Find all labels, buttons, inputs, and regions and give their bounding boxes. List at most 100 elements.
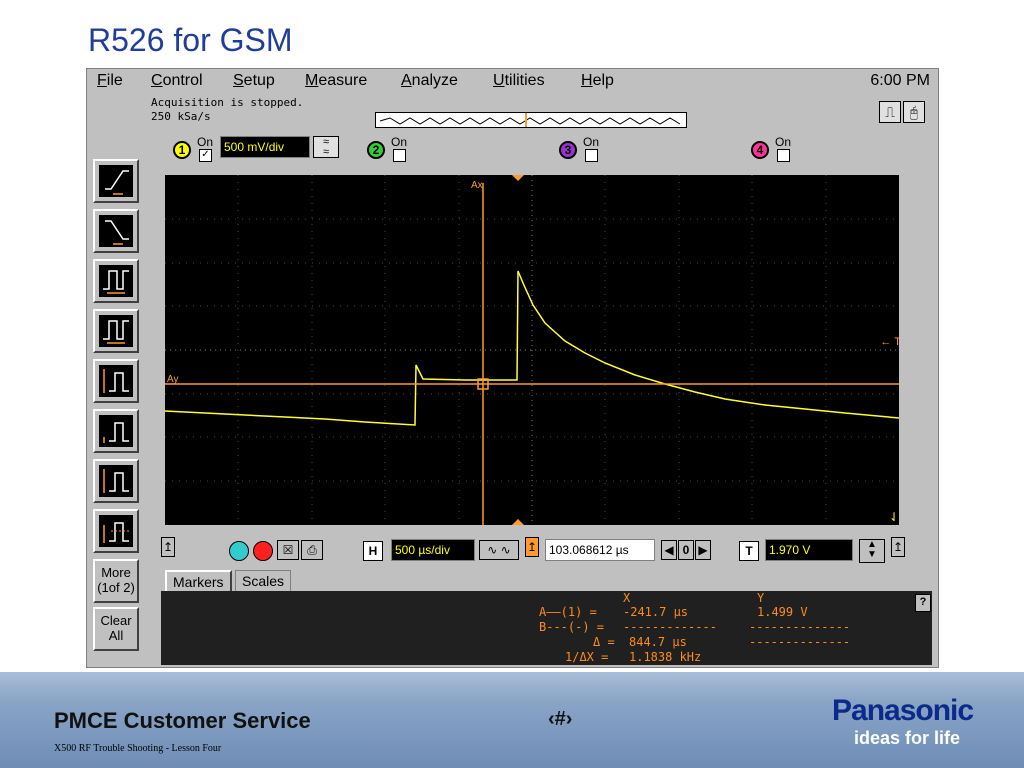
marker-b-y: -------------- [749, 620, 851, 634]
tab-scales[interactable]: Scales [235, 570, 292, 591]
marker-ax-label: Ax [471, 180, 483, 191]
slide-footer: PMCE Customer Service X500 RF Trouble Sh… [0, 672, 1024, 768]
run-button[interactable] [229, 541, 249, 561]
timebase-adjust-icon[interactable]: ∿ ∿ [479, 540, 519, 560]
pulse-base-button[interactable] [93, 459, 139, 503]
channel-3-badge[interactable]: 3 [559, 141, 577, 159]
pulse-amplitude-button[interactable] [93, 359, 139, 403]
pulse-top-icon [103, 422, 129, 443]
help-question-icon[interactable]: ? [915, 594, 931, 612]
timebase-scale-field[interactable]: 500 µs/div [391, 539, 475, 561]
mouse-icon[interactable]: 🖰 [903, 101, 925, 123]
markers-pane: X Y A——(1) = -241.7 µs 1.499 V B---(-) =… [161, 591, 932, 665]
stop-button[interactable] [253, 541, 273, 561]
menu-help[interactable]: Help [581, 72, 614, 90]
horizontal-button[interactable]: H [363, 541, 383, 561]
pulse-top-button[interactable] [93, 409, 139, 453]
more-button[interactable]: More (1of 2) [93, 559, 139, 603]
marker-delta-y: -------------- [749, 635, 851, 649]
marker-inv-delta-label: 1/ΔX = [565, 650, 609, 664]
pulse-width-button[interactable] [93, 509, 139, 553]
trigger-level-field[interactable]: 1.970 V [765, 539, 853, 561]
menu-file[interactable]: File [97, 72, 123, 90]
channel-2-on-label: On [391, 135, 408, 149]
footer-page-number: ‹#› [548, 708, 573, 730]
up-arrow-icon[interactable]: ↥ [161, 537, 175, 557]
frequency-icon [103, 320, 129, 344]
trigger-position-top-icon [512, 175, 524, 181]
delay-zero-button[interactable]: 0 [678, 540, 694, 560]
waveform-svg: Ax Ay ← T ⇃ [164, 175, 901, 525]
memory-overview-bar[interactable] [375, 112, 687, 128]
marker-ay-label: Ay [167, 374, 179, 385]
status-line-1: Acquisition is stopped. [151, 96, 304, 109]
footer-service-title: PMCE Customer Service [54, 708, 311, 733]
channel-2-badge[interactable]: 2 [367, 141, 385, 159]
delay-marker-icon[interactable]: ↥ [525, 537, 539, 557]
pulse-width-icon [103, 522, 129, 543]
rise-time-button[interactable] [93, 159, 139, 203]
status-line-2: 250 kSa/s [151, 110, 211, 123]
menu-control[interactable]: Control [151, 72, 203, 90]
panasonic-tagline: ideas for life [854, 728, 961, 748]
fall-time-button[interactable] [93, 209, 139, 253]
channel-1-trace [164, 270, 900, 426]
print-icon[interactable]: ⎙ [301, 540, 323, 560]
menu-setup[interactable]: Setup [233, 72, 275, 90]
tab-markers[interactable]: Markers [165, 570, 232, 591]
trigger-up-arrow-icon[interactable]: ↥ [891, 537, 905, 557]
footer-subtitle: X500 RF Trouble Shooting - Lesson Four [54, 743, 222, 754]
trigger-button[interactable]: T [739, 541, 759, 561]
more-button-line2: (1of 2) [97, 580, 135, 595]
marker-inv-delta-x: 1.1838 kHz [629, 650, 702, 664]
menu-utilities[interactable]: Utilities [493, 72, 545, 90]
pulse-base-icon [103, 469, 129, 493]
coupling-icon[interactable]: ≈ ≈ [313, 136, 339, 158]
clear-all-line2: All [108, 628, 124, 643]
oscilloscope-window: File Control Setup Measure Analyze Utili… [86, 68, 939, 668]
marker-delta-label: Δ = [593, 635, 615, 649]
frequency-button[interactable] [93, 309, 139, 353]
rise-time-icon [105, 170, 129, 195]
overview-waveform [379, 113, 681, 127]
square-wave-icon[interactable]: ⎍ [879, 101, 901, 123]
delay-left-arrow-icon[interactable]: ◀ [661, 540, 677, 560]
menu-analyze[interactable]: Analyze [401, 72, 458, 90]
delay-field[interactable]: 103.068612 µs [545, 539, 655, 561]
markers-y-header: Y [757, 591, 765, 605]
channel-1-checkbox[interactable]: ✓ [199, 149, 212, 162]
clock: 6:00 PM [870, 72, 930, 89]
panasonic-logo: Panasonic [832, 694, 974, 727]
clear-all-button[interactable]: Clear All [93, 607, 139, 651]
channel-1-scale[interactable]: 500 mV/div [220, 136, 310, 158]
channel-3-on-label: On [583, 135, 600, 149]
acquisition-status: Acquisition is stopped. 250 kSa/s [151, 96, 303, 124]
fall-time-icon [105, 220, 129, 245]
channel-4-badge[interactable]: 4 [751, 141, 769, 159]
autoscale-icon[interactable]: ☒ [277, 540, 299, 560]
waveform-display[interactable]: Ax Ay ← T ⇃ [164, 175, 901, 525]
menu-measure[interactable]: Measure [305, 72, 367, 90]
channel-1-badge[interactable]: 1 [173, 141, 191, 159]
channel-3-checkbox[interactable] [585, 149, 598, 162]
marker-b-label: B---(-) = [539, 620, 605, 634]
clear-all-line1: Clear [100, 613, 132, 628]
period-button[interactable] [93, 259, 139, 303]
channel-2-checkbox[interactable] [393, 149, 406, 162]
channel-1-on-label: On [197, 135, 214, 149]
delay-right-arrow-icon[interactable]: ▶ [695, 540, 711, 560]
channel-4-checkbox[interactable] [777, 149, 790, 162]
more-button-line1: More [101, 565, 131, 580]
marker-delta-x: 844.7 µs [629, 635, 687, 649]
marker-a-x: -241.7 µs [623, 605, 689, 619]
trigger-level-label: ← T [880, 336, 899, 348]
menu-bar: File Control Setup Measure Analyze Utili… [87, 69, 938, 93]
trigger-position-bottom-icon [512, 519, 524, 525]
markers-x-header: X [623, 591, 631, 605]
slide-title: R526 for GSM [88, 22, 293, 58]
pulse-amplitude-icon [103, 369, 129, 393]
marker-a-y: 1.499 V [757, 605, 808, 619]
ground-reference-icon: ⇃ [889, 510, 899, 524]
trigger-level-stepper[interactable]: ▲ ▼ [859, 539, 885, 563]
period-icon [103, 270, 129, 294]
